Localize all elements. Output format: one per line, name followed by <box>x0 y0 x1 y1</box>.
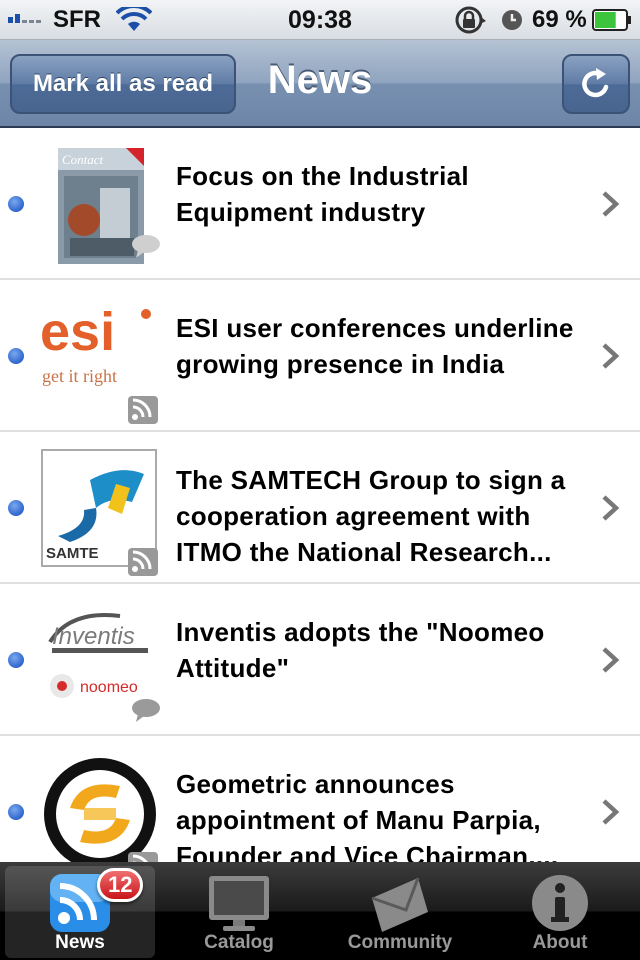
news-item[interactable]: Contact Focus on the Industrial Equipmen… <box>0 128 640 280</box>
news-item[interactable]: esi get it right ESI user conferences un… <box>0 280 640 432</box>
status-bar: SFR 09:38 69 % <box>0 0 640 40</box>
samtech-logo: SAMTE <box>41 449 158 576</box>
navigation-bar: Mark all as read News <box>0 40 640 128</box>
tab-about[interactable]: About <box>485 866 635 958</box>
unread-indicator <box>8 196 24 212</box>
tab-label: News <box>55 932 105 953</box>
chevron-right-icon <box>602 495 620 521</box>
esi-logo: esi get it right <box>40 292 160 424</box>
rotation-lock-icon <box>455 6 486 34</box>
chevron-right-icon <box>602 647 620 673</box>
tab-bar: 12 News Catalog Community About <box>0 862 640 960</box>
refresh-button[interactable] <box>562 54 630 114</box>
news-title: The SAMTECH Group to sign a cooperation … <box>176 465 566 567</box>
svg-text:noomeo: noomeo <box>80 679 138 696</box>
battery-icon <box>592 9 631 31</box>
envelope-icon <box>371 877 428 932</box>
chevron-right-icon <box>602 191 620 217</box>
battery-percent: 69 % <box>532 6 587 33</box>
chevron-right-icon <box>602 799 620 825</box>
inventis-noomeo-logo: Inventis noomeo <box>40 596 160 728</box>
news-title: Focus on the Industrial Equipment indust… <box>176 161 469 227</box>
unread-indicator <box>8 500 24 516</box>
news-title: ESI user conferences underline growing p… <box>176 313 574 379</box>
news-title: Geometric announces appointment of Manu … <box>176 769 559 862</box>
mark-all-as-read-button[interactable]: Mark all as read <box>10 54 236 114</box>
news-item[interactable]: SAMTE The SAMTECH Group to sign a cooper… <box>0 432 640 584</box>
rss-icon <box>128 548 158 576</box>
chevron-right-icon <box>602 343 620 369</box>
unread-indicator <box>8 348 24 364</box>
svg-text:esi: esi <box>40 302 115 362</box>
rss-icon <box>128 852 158 862</box>
svg-text:SAMTE: SAMTE <box>46 545 99 562</box>
comment-icon <box>132 235 160 253</box>
tab-catalog[interactable]: Catalog <box>164 866 314 958</box>
tab-label: Community <box>347 932 453 953</box>
unread-indicator <box>8 804 24 820</box>
monitor-icon <box>209 876 269 931</box>
comment-icon <box>132 699 160 717</box>
tab-label: Catalog <box>204 932 274 953</box>
news-list[interactable]: Contact Focus on the Industrial Equipmen… <box>0 128 640 862</box>
news-item[interactable]: Geometric announces appointment of Manu … <box>0 736 640 862</box>
news-item[interactable]: Inventis noomeo Inventis adopts the "Noo… <box>0 584 640 736</box>
alarm-icon <box>502 10 522 30</box>
news-title: Inventis adopts the "Noomeo Attitude" <box>176 617 545 683</box>
svg-text:Contact: Contact <box>62 152 104 167</box>
tab-label: About <box>532 932 588 953</box>
notification-badge: 12 <box>97 868 144 902</box>
refresh-icon <box>582 68 609 98</box>
svg-text:Inventis: Inventis <box>52 623 135 650</box>
unread-indicator <box>8 652 24 668</box>
contact-magazine-thumbnail: Contact <box>58 148 160 264</box>
geometric-logo <box>40 748 160 862</box>
tab-community[interactable]: Community <box>325 866 475 958</box>
svg-text:get it right: get it right <box>42 366 117 386</box>
rss-icon <box>128 396 158 424</box>
info-icon <box>532 875 588 931</box>
tab-news[interactable]: 12 News <box>5 866 155 958</box>
